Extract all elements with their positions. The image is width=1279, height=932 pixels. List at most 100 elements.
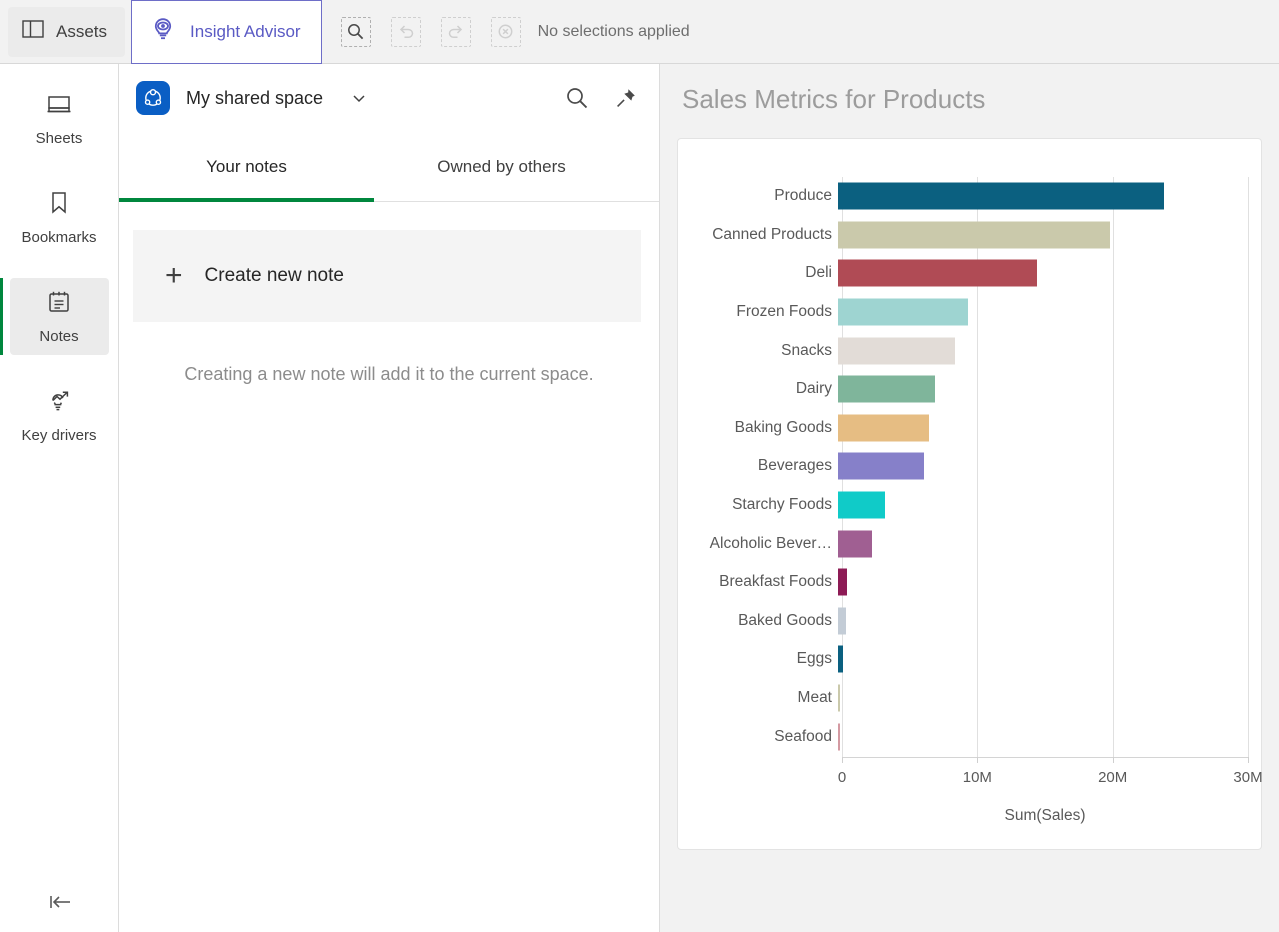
x-axis-tick (842, 757, 843, 763)
chart-region: Sales Metrics for Products Produce Canned… (660, 64, 1279, 932)
bar-row[interactable]: Dairy (678, 370, 1263, 409)
bar-category-label: Frozen Foods (736, 303, 832, 321)
collapse-rail-button[interactable] (0, 892, 119, 912)
bar-segment[interactable] (838, 684, 840, 712)
bar-track (838, 602, 1263, 641)
bar-row[interactable]: Baked Goods (678, 602, 1263, 641)
bar-segment[interactable] (838, 645, 844, 673)
bar-segment[interactable] (838, 259, 1037, 287)
shared-space-icon (136, 81, 170, 115)
bar-segment[interactable] (838, 452, 924, 480)
chart-card[interactable]: Produce Canned Products Deli Frozen Foods Sn… (677, 138, 1263, 851)
bar-chart-plot: Produce Canned Products Deli Frozen Foods Sn… (678, 139, 1263, 851)
x-axis-tick-label: 30M (1233, 769, 1263, 786)
space-dropdown-button[interactable] (351, 92, 367, 104)
redo-button[interactable] (440, 16, 471, 47)
bar-segment[interactable] (838, 491, 885, 519)
bar-category-label: Baking Goods (734, 418, 832, 436)
bar-track (838, 679, 1263, 718)
top-toolbar: Assets Insight Advisor No selections app… (0, 0, 1279, 64)
sidebar-item-key-drivers[interactable]: Key drivers (10, 377, 109, 454)
bar-segment[interactable] (838, 568, 848, 596)
notes-tabs: Your notes Owned by others (119, 132, 659, 202)
bar-segment[interactable] (838, 723, 840, 751)
bar-track (838, 447, 1263, 486)
bar-row[interactable]: Snacks (678, 331, 1263, 370)
bar-row[interactable]: Beverages (678, 447, 1263, 486)
space-name-label: My shared space (186, 87, 324, 108)
pin-notes-button[interactable] (615, 87, 637, 109)
bar-row[interactable]: Alcoholic Bever… (678, 524, 1263, 563)
bar-segment[interactable] (838, 375, 935, 403)
x-axis-title: Sum(Sales) (1004, 807, 1086, 824)
tab-assets[interactable]: Assets (8, 6, 126, 57)
x-axis-line (842, 757, 1248, 758)
bar-row[interactable]: Meat (678, 679, 1263, 718)
pin-icon (617, 89, 635, 107)
notes-search-button[interactable] (565, 86, 589, 110)
undo-button[interactable] (390, 16, 421, 47)
bar-track (838, 177, 1263, 216)
bar-row[interactable]: Seafood (678, 717, 1263, 756)
insight-advisor-icon (150, 16, 176, 47)
clear-selections-icon (498, 24, 513, 39)
redo-icon (448, 24, 462, 38)
bar-row[interactable]: Baking Goods (678, 409, 1263, 448)
sidebar-item-bookmarks[interactable]: Bookmarks (10, 179, 109, 256)
bar-track (838, 216, 1263, 255)
smart-search-button[interactable] (340, 16, 371, 47)
bar-segment[interactable] (838, 182, 1165, 210)
sidebar-item-notes[interactable]: Notes (0, 278, 109, 355)
bar-category-label: Produce (774, 187, 832, 205)
bar-row[interactable]: Produce (678, 177, 1263, 216)
bar-row[interactable]: Deli (678, 254, 1263, 293)
x-axis-tick-label: 0 (837, 769, 847, 786)
sidebar-item-bookmarks-label: Bookmarks (21, 229, 97, 246)
bar-segment[interactable] (838, 607, 846, 635)
bar-track (838, 254, 1263, 293)
bar-row[interactable]: Breakfast Foods (678, 563, 1263, 602)
bar-category-label: Starchy Foods (732, 496, 832, 514)
bar-segment[interactable] (838, 530, 872, 558)
tab-your-notes[interactable]: Your notes (119, 132, 374, 202)
bar-category-label: Dairy (795, 380, 832, 398)
sidebar-item-notes-label: Notes (39, 328, 79, 345)
tab-insight-advisor[interactable]: Insight Advisor (131, 0, 322, 64)
bookmark-icon (49, 191, 69, 220)
key-drivers-icon (46, 389, 72, 418)
left-rail: Sheets Bookmarks Notes Key drivers (0, 64, 119, 932)
tab-owned-by-others-label: Owned by others (437, 156, 566, 176)
bar-category-label: Beverages (757, 457, 832, 475)
clear-selections-button[interactable] (490, 16, 521, 47)
bar-segment[interactable] (838, 337, 956, 365)
bar-row[interactable]: Eggs (678, 640, 1263, 679)
bar-segment[interactable] (838, 221, 1111, 249)
x-axis-tick (1112, 757, 1114, 763)
chevron-down-icon (353, 95, 365, 103)
bar-segment[interactable] (838, 298, 968, 326)
create-new-note-button[interactable]: + Create new note (133, 230, 641, 322)
bar-track (838, 717, 1263, 756)
bar-category-label: Deli (805, 264, 832, 282)
bar-row[interactable]: Frozen Foods (678, 293, 1263, 332)
x-axis-tick (1248, 757, 1249, 763)
selection-toolbar (340, 16, 521, 47)
sheets-icon (46, 94, 72, 121)
notes-empty-hint: Creating a new note will add it to the c… (184, 364, 594, 384)
bar-row[interactable]: Canned Products (678, 216, 1263, 255)
bar-track (838, 486, 1263, 525)
bar-category-label: Alcoholic Bever… (709, 534, 832, 552)
sidebar-item-sheets-label: Sheets (35, 130, 83, 147)
bar-track (838, 524, 1263, 563)
sidebar-item-sheets[interactable]: Sheets (10, 82, 109, 157)
bar-category-label: Baked Goods (738, 611, 832, 629)
bar-category-label: Breakfast Foods (719, 573, 832, 591)
tab-insight-advisor-label: Insight Advisor (190, 21, 301, 41)
bar-row[interactable]: Starchy Foods (678, 486, 1263, 525)
tab-your-notes-label: Your notes (206, 156, 287, 176)
bar-category-label: Snacks (781, 341, 832, 359)
bar-segment[interactable] (838, 414, 929, 442)
tab-owned-by-others[interactable]: Owned by others (374, 132, 629, 201)
bar-track (838, 331, 1263, 370)
x-axis-tick-label: 10M (962, 769, 992, 786)
